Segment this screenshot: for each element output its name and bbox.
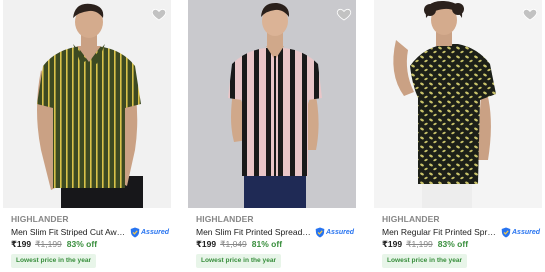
product-card[interactable]: HIGHLANDER Men Regular Fit Printed Sprea… — [374, 0, 542, 272]
discount-percent: 81% off — [251, 239, 283, 249]
assured-label: Assured — [512, 228, 541, 236]
selling-price: ₹199 — [382, 239, 403, 249]
product-title-text[interactable]: Men Regular Fit Printed Spread ... — [382, 227, 498, 237]
assured-shield-icon — [501, 227, 511, 237]
product-brand: HIGHLANDER — [382, 214, 440, 224]
wishlist-heart-icon[interactable] — [151, 6, 167, 22]
product-brand: HIGHLANDER — [11, 214, 69, 224]
assured-shield-icon — [315, 227, 325, 237]
discount-percent: 83% off — [437, 239, 469, 249]
original-price: ₹1,199 — [35, 239, 62, 249]
product-card[interactable]: HIGHLANDER Men Slim Fit Striped Cut Away… — [3, 0, 171, 272]
product-image[interactable] — [3, 0, 171, 208]
wishlist-heart-icon[interactable] — [336, 6, 352, 22]
product-image[interactable] — [374, 0, 542, 208]
wishlist-heart-icon[interactable] — [522, 6, 538, 22]
assured-badge: Assured — [130, 227, 169, 238]
assured-shield-icon — [130, 227, 140, 237]
selling-price: ₹199 — [196, 239, 217, 249]
product-image[interactable] — [188, 0, 356, 208]
assured-badge: Assured — [315, 227, 354, 238]
original-price: ₹1,049 — [220, 239, 247, 249]
product-card[interactable]: HIGHLANDER Men Slim Fit Printed Spread C… — [188, 0, 356, 272]
assured-label: Assured — [326, 228, 355, 236]
assured-label: Assured — [141, 228, 170, 236]
discount-percent: 83% off — [66, 239, 98, 249]
product-grid: HIGHLANDER Men Slim Fit Striped Cut Away… — [0, 0, 545, 272]
selling-price: ₹199 — [11, 239, 32, 249]
product-title[interactable]: Men Regular Fit Printed Spread ... Assur… — [382, 226, 542, 238]
product-title-text[interactable]: Men Slim Fit Printed Spread Coll... — [196, 227, 312, 237]
lowest-price-badge: Lowest price in the year — [382, 254, 468, 268]
original-price: ₹1,199 — [406, 239, 433, 249]
lowest-price-badge: Lowest price in the year — [11, 254, 97, 268]
assured-badge: Assured — [501, 227, 540, 238]
price-row: ₹199 ₹1,199 83% off — [382, 239, 468, 251]
product-title[interactable]: Men Slim Fit Striped Cut Away C... Assur… — [11, 226, 171, 238]
product-brand: HIGHLANDER — [196, 214, 254, 224]
product-title-text[interactable]: Men Slim Fit Striped Cut Away C... — [11, 227, 127, 237]
price-row: ₹199 ₹1,049 81% off — [196, 239, 282, 251]
price-row: ₹199 ₹1,199 83% off — [11, 239, 97, 251]
lowest-price-badge: Lowest price in the year — [196, 254, 282, 268]
product-title[interactable]: Men Slim Fit Printed Spread Coll... Assu… — [196, 226, 356, 238]
